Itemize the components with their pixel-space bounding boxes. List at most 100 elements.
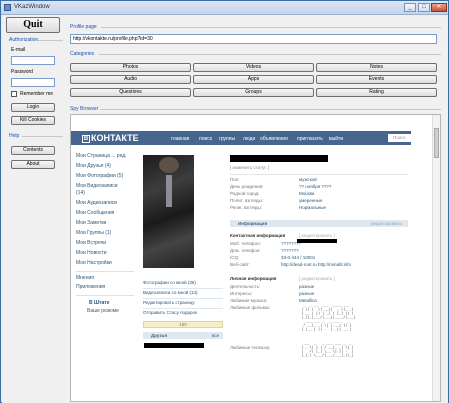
quit-button[interactable]: Quit — [6, 17, 60, 33]
contact-value[interactable]: http://dead-root.ru http://minabl.info — [281, 262, 351, 267]
vk-nav-invite[interactable]: пригласить — [297, 136, 323, 142]
vk-menu-item[interactable]: Мои Группы (1) — [76, 230, 136, 236]
photo-shirt — [166, 175, 172, 207]
info-edit-link[interactable]: редактировать — [371, 221, 402, 226]
friends-all-link[interactable]: все — [212, 333, 219, 338]
login-button[interactable]: Login — [11, 103, 55, 112]
vk-menu-item[interactable]: Мои Страница ... ред. — [76, 153, 136, 159]
vk-nav-ads[interactable]: объявления — [260, 136, 288, 142]
photo-link[interactable]: Редактировать страницу — [143, 300, 194, 305]
personal-label: Любимая музыка: — [230, 298, 268, 303]
category-groups-button[interactable]: Groups — [193, 88, 314, 97]
rating-bar: 100 — [143, 321, 223, 328]
contact-label: Веб-сайт: — [230, 262, 251, 267]
remember-me-checkbox[interactable] — [11, 91, 17, 97]
vk-menu-item[interactable]: Мои Новости — [76, 250, 136, 256]
info-label: День рождения: — [230, 184, 264, 189]
group-divider — [99, 54, 441, 55]
contact-title: Контактная информация — [230, 233, 286, 238]
personal-label: Интересы: — [230, 291, 252, 296]
spy-browser-view[interactable]: В КОНТАКТЕ главная поиск группы люди объя… — [70, 114, 441, 402]
info-value[interactable]: мужской — [299, 177, 317, 182]
spy-browser-group-label: Spy Browser — [70, 106, 99, 112]
info-label: Религ. взгляды: — [230, 205, 263, 210]
vk-menu-item[interactable]: Мои Аудиозаписи — [76, 200, 136, 206]
group-divider — [22, 136, 63, 137]
vk-menu-item[interactable]: (14) — [76, 190, 136, 196]
contact-label: Дом. телефон: — [230, 248, 261, 253]
divider — [143, 308, 223, 309]
password-label: Password — [11, 69, 33, 75]
info-label: Пол: — [230, 177, 240, 182]
vk-menu-item[interactable]: Мои Настройки — [76, 260, 136, 266]
category-questions-button[interactable]: Questions — [70, 88, 191, 97]
info-value[interactable]: Нормальные — [299, 205, 326, 210]
close-icon[interactable]: ✕ — [431, 3, 447, 12]
vk-menu-item[interactable]: Мои Видеозаписи — [76, 183, 136, 189]
category-videos-button[interactable]: Videos — [193, 63, 314, 72]
categories-group-label: Categories — [70, 51, 95, 57]
fav-tv-label: Любимые телешоу: — [230, 345, 271, 350]
password-field[interactable] — [11, 78, 55, 87]
vk-menu-item[interactable]: Мои Заметки — [76, 220, 136, 226]
contents-button[interactable]: Contents — [11, 146, 55, 155]
info-value[interactable]: Москва — [299, 191, 314, 196]
info-value[interactable]: умеренные — [299, 198, 323, 203]
redacted-block — [297, 239, 337, 243]
category-photos-button[interactable]: Photos — [70, 63, 191, 72]
photo-link[interactable]: Видеозаписи со мной (14) — [143, 290, 198, 295]
vk-nav-people[interactable]: люди — [243, 136, 255, 142]
vk-nav-logout[interactable]: выйти — [329, 136, 343, 142]
friends-section-header: Друзья — [143, 332, 223, 339]
category-events-button[interactable]: Events — [316, 75, 437, 84]
email-label: E-mail — [11, 47, 26, 53]
kill-cookies-button[interactable]: Kill Cookies — [11, 116, 55, 125]
app-icon — [4, 4, 11, 11]
profile-photo[interactable] — [143, 155, 194, 268]
info-label: Родной город: — [230, 191, 260, 196]
category-audio-button[interactable]: Audio — [70, 75, 191, 84]
maximize-icon[interactable]: □ — [418, 3, 430, 12]
redacted-block — [144, 343, 204, 348]
info-value[interactable]: ?? ноября ???? — [299, 184, 331, 189]
group-divider — [38, 40, 63, 41]
contact-label: ICQ: — [230, 255, 240, 260]
vk-nav-search[interactable]: поиск — [199, 136, 212, 142]
vk-logo[interactable]: В КОНТАКТЕ — [82, 133, 139, 143]
vk-nav-home[interactable]: главная — [171, 136, 189, 142]
status-link[interactable]: [ изменить статус ] — [230, 165, 269, 170]
vk-menu-item[interactable]: Мнения — [76, 275, 136, 281]
photo-link[interactable]: Отправить Стасу подарок — [143, 310, 197, 315]
vk-menu-item[interactable]: Мои Встречи — [76, 240, 136, 246]
category-apps-button[interactable]: Apps — [193, 75, 314, 84]
divider — [143, 288, 223, 289]
contact-value: 33-0-444 / 10001 — [281, 255, 316, 260]
vk-nav-groups[interactable]: группы — [219, 136, 235, 142]
personal-title: Личная информация — [230, 276, 277, 281]
personal-edit-link[interactable]: [ редактировать ] — [299, 276, 335, 281]
group-divider — [100, 109, 441, 110]
about-button[interactable]: About — [11, 160, 55, 169]
browser-scrollbar[interactable] — [432, 115, 440, 401]
promo-title[interactable]: В Штате — [89, 300, 149, 306]
category-notes-button[interactable]: Notes — [316, 63, 437, 72]
personal-value[interactable]: разные — [299, 284, 314, 289]
minimize-icon[interactable]: _ — [404, 3, 416, 12]
app-window: VKazWindow _ □ ✕ Quit Authorization E-ma… — [0, 0, 449, 403]
personal-value[interactable]: разные — [299, 291, 314, 296]
ascii-art-block: _ _ __ ___ ____ ___ | || | \| __|| _ \|_… — [301, 303, 356, 331]
vk-search-input[interactable]: Поиск — [388, 134, 420, 142]
vk-menu-item[interactable]: Мои Друзья (4) — [76, 163, 136, 169]
vk-menu-item[interactable]: Приложения — [76, 284, 136, 290]
profile-url-input[interactable]: http://vkontakte.ru/profile.php?id=30 — [70, 34, 437, 44]
scrollbar-thumb[interactable] — [434, 128, 439, 158]
email-field[interactable] — [11, 56, 55, 65]
vk-menu-item[interactable]: Мои Сообщения — [76, 210, 136, 216]
photo-face — [159, 157, 179, 173]
category-rating-button[interactable]: Rating — [316, 88, 437, 97]
help-group-label: Help — [9, 133, 20, 139]
vk-menu-item[interactable]: Мои Фотографии (5) — [76, 173, 136, 179]
personal-label: Любимые фильмы: — [230, 305, 271, 310]
contact-edit-link[interactable]: [ редактировать ] — [299, 233, 335, 238]
photo-link[interactable]: Фотографии со мной (38) — [143, 280, 196, 285]
